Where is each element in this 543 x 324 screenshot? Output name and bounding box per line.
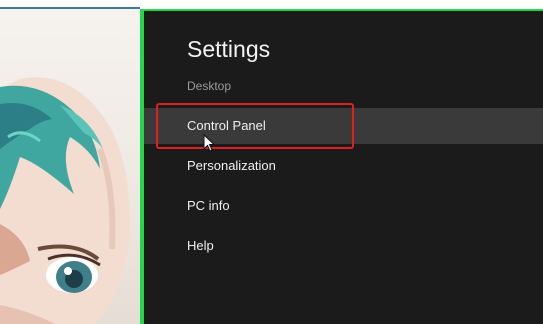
panel-top-edge xyxy=(140,9,543,11)
wallpaper-illustration xyxy=(0,77,131,324)
desktop-wallpaper xyxy=(0,9,140,324)
highlight-annotation-box xyxy=(156,103,354,149)
menu-item-help[interactable]: Help xyxy=(144,228,543,264)
mouse-pointer-icon xyxy=(203,134,215,152)
menu-item-pc-info[interactable]: PC info xyxy=(144,188,543,224)
panel-title: Settings xyxy=(187,36,271,62)
panel-subtitle: Desktop xyxy=(187,79,232,93)
top-strip xyxy=(0,0,543,6)
menu-item-personalization[interactable]: Personalization xyxy=(144,148,543,184)
